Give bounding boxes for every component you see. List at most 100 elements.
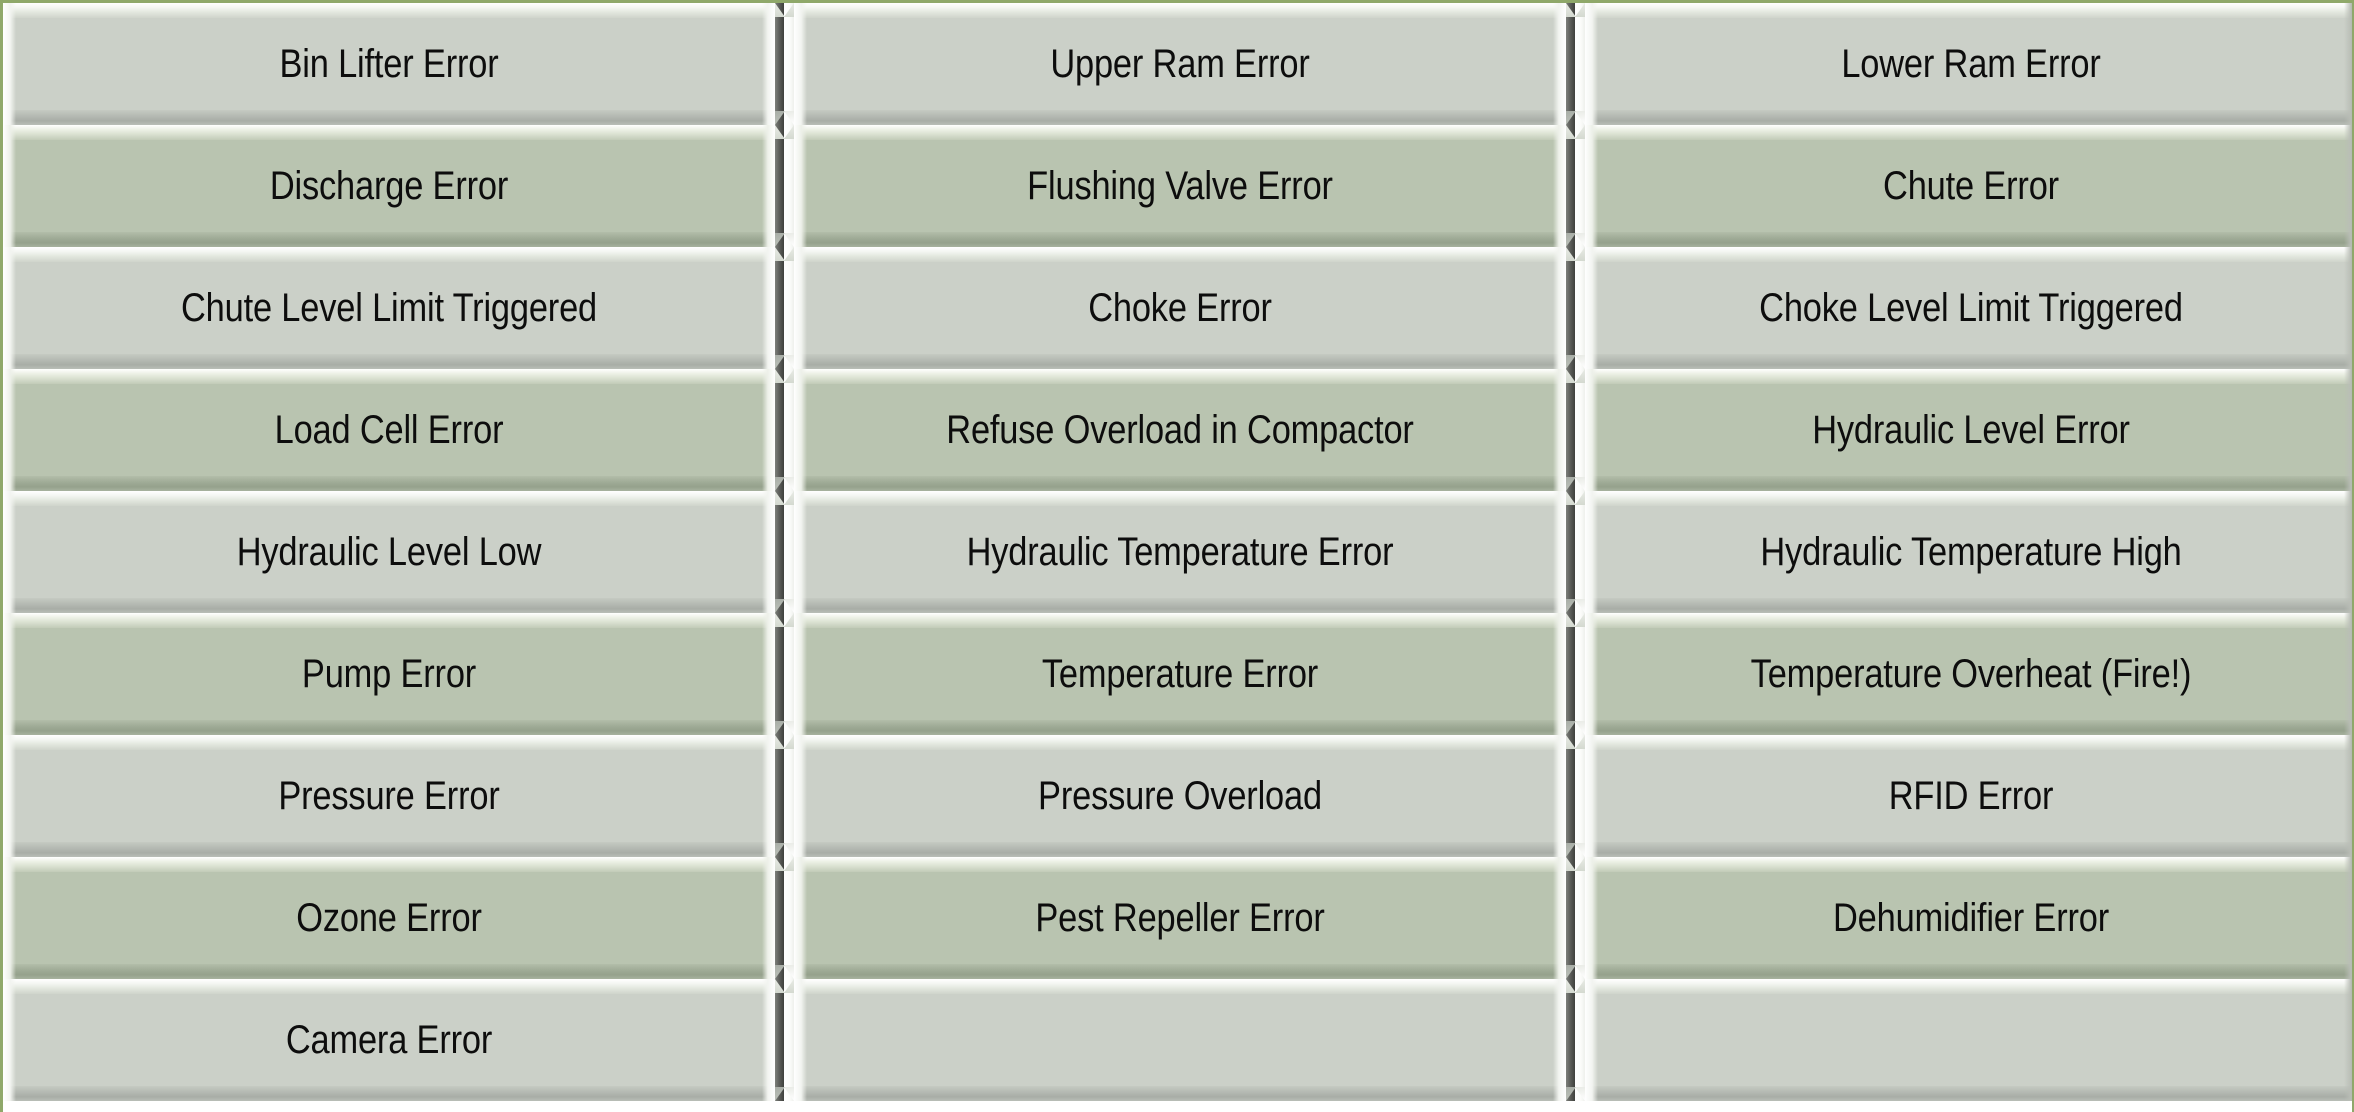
error-cell[interactable]: Pest Repeller Error [794, 857, 1566, 979]
divider-bottom-chamfer [1566, 843, 1585, 857]
error-cell[interactable]: RFID Error [1585, 735, 2352, 857]
column-divider [1566, 979, 1585, 1101]
error-label: Chute Error [1883, 164, 2059, 208]
error-cell[interactable]: Lower Ram Error [1585, 3, 2352, 125]
error-cell[interactable]: Temperature Overheat (Fire!) [1585, 613, 2352, 735]
error-cell[interactable]: Choke Error [794, 247, 1566, 369]
divider-top-chamfer [775, 491, 794, 505]
column-divider [775, 3, 794, 125]
error-cell[interactable]: Hydraulic Level Error [1585, 369, 2352, 491]
cell-right-bevel [1553, 735, 1566, 857]
divider-top-chamfer [1566, 979, 1585, 993]
divider-shadow [775, 979, 784, 1101]
divider-bottom-chamfer [775, 721, 794, 735]
error-label: Camera Error [285, 1018, 493, 1062]
column-divider [1566, 857, 1585, 979]
error-cell[interactable]: Choke Level Limit Triggered [1585, 247, 2352, 369]
error-label: Refuse Overload in Compactor [946, 408, 1414, 452]
cell-left-bevel [794, 369, 807, 491]
cell-left-bevel [794, 979, 807, 1101]
error-cell[interactable]: Hydraulic Temperature Error [794, 491, 1566, 613]
column-divider [1566, 613, 1585, 735]
column-divider [1566, 3, 1585, 125]
divider-highlight [784, 3, 794, 125]
divider-shadow [1566, 735, 1575, 857]
cell-right-bevel [762, 125, 775, 247]
error-label: Discharge Error [269, 164, 509, 208]
cell-left-bevel [1585, 3, 1598, 125]
error-cell[interactable]: Pressure Error [3, 735, 775, 857]
divider-bottom-chamfer [1566, 721, 1585, 735]
divider-shadow [775, 613, 784, 735]
column-divider [775, 979, 794, 1101]
divider-highlight [784, 369, 794, 491]
error-cell[interactable]: Bin Lifter Error [3, 3, 775, 125]
error-label: RFID Error [1888, 774, 2054, 818]
cell-left-bevel [794, 735, 807, 857]
divider-bottom-chamfer [1566, 1087, 1585, 1101]
divider-highlight [1575, 979, 1585, 1101]
divider-bottom-chamfer [775, 477, 794, 491]
divider-highlight [784, 979, 794, 1101]
divider-shadow [775, 491, 784, 613]
error-cell[interactable]: Load Cell Error [3, 369, 775, 491]
divider-bottom-chamfer [775, 233, 794, 247]
cell-left-bevel [3, 369, 16, 491]
error-cell[interactable]: Pump Error [3, 613, 775, 735]
divider-shadow [1566, 125, 1575, 247]
error-label: Hydraulic Temperature Error [966, 530, 1394, 574]
error-table: Bin Lifter Error Upper Ram Error Lower Ram… [3, 3, 2352, 1101]
error-cell[interactable]: Pressure Overload [794, 735, 1566, 857]
error-cell[interactable]: Flushing Valve Error [794, 125, 1566, 247]
error-label: Flushing Valve Error [1027, 164, 1333, 208]
cell-right-bevel [1553, 613, 1566, 735]
divider-highlight [1575, 369, 1585, 491]
column-divider [775, 857, 794, 979]
cell-left-bevel [794, 857, 807, 979]
divider-top-chamfer [775, 247, 794, 261]
divider-top-chamfer [1566, 125, 1585, 139]
divider-bottom-chamfer [775, 599, 794, 613]
table-row: Pump Error Temperature Error Temperature O… [3, 613, 2352, 735]
error-code-grid: Bin Lifter Error Upper Ram Error Lower Ram… [0, 0, 2354, 1112]
cell-left-bevel [3, 857, 16, 979]
cell-right-bevel [762, 979, 775, 1101]
error-cell[interactable]: Ozone Error [3, 857, 775, 979]
error-cell[interactable]: Refuse Overload in Compactor [794, 369, 1566, 491]
error-cell[interactable]: Upper Ram Error [794, 3, 1566, 125]
divider-bottom-chamfer [1566, 111, 1585, 125]
error-cell[interactable]: Hydraulic Level Low [3, 491, 775, 613]
divider-highlight [1575, 125, 1585, 247]
divider-top-chamfer [775, 369, 794, 383]
error-cell[interactable]: Chute Level Limit Triggered [3, 247, 775, 369]
table-row: Bin Lifter Error Upper Ram Error Lower Ram… [3, 3, 2352, 125]
column-divider [1566, 491, 1585, 613]
cell-right-bevel [2344, 979, 2352, 1101]
cell-right-bevel [2344, 735, 2352, 857]
error-cell[interactable]: Hydraulic Temperature High [1585, 491, 2352, 613]
column-divider [775, 125, 794, 247]
error-cell[interactable]: Discharge Error [3, 125, 775, 247]
divider-highlight [784, 247, 794, 369]
error-label: Bin Lifter Error [279, 42, 499, 86]
error-cell[interactable]: Dehumidifier Error [1585, 857, 2352, 979]
cell-left-bevel [1585, 125, 1598, 247]
error-cell[interactable]: Temperature Error [794, 613, 1566, 735]
divider-highlight [1575, 735, 1585, 857]
error-cell[interactable]: Chute Error [1585, 125, 2352, 247]
error-label: Chute Level Limit Triggered [180, 286, 598, 330]
error-cell[interactable]: Camera Error [3, 979, 775, 1101]
error-label: Hydraulic Level Error [1812, 408, 2130, 452]
cell-right-bevel [762, 491, 775, 613]
error-label: Pressure Overload [1038, 774, 1322, 818]
cell-left-bevel [3, 613, 16, 735]
error-cell[interactable] [1585, 979, 2352, 1101]
divider-bottom-chamfer [775, 965, 794, 979]
error-label: Temperature Error [1041, 652, 1319, 696]
divider-top-chamfer [775, 979, 794, 993]
divider-top-chamfer [1566, 491, 1585, 505]
cell-right-bevel [1553, 3, 1566, 125]
error-cell[interactable] [794, 979, 1566, 1101]
cell-left-bevel [794, 125, 807, 247]
error-label: Dehumidifier Error [1832, 896, 2110, 940]
